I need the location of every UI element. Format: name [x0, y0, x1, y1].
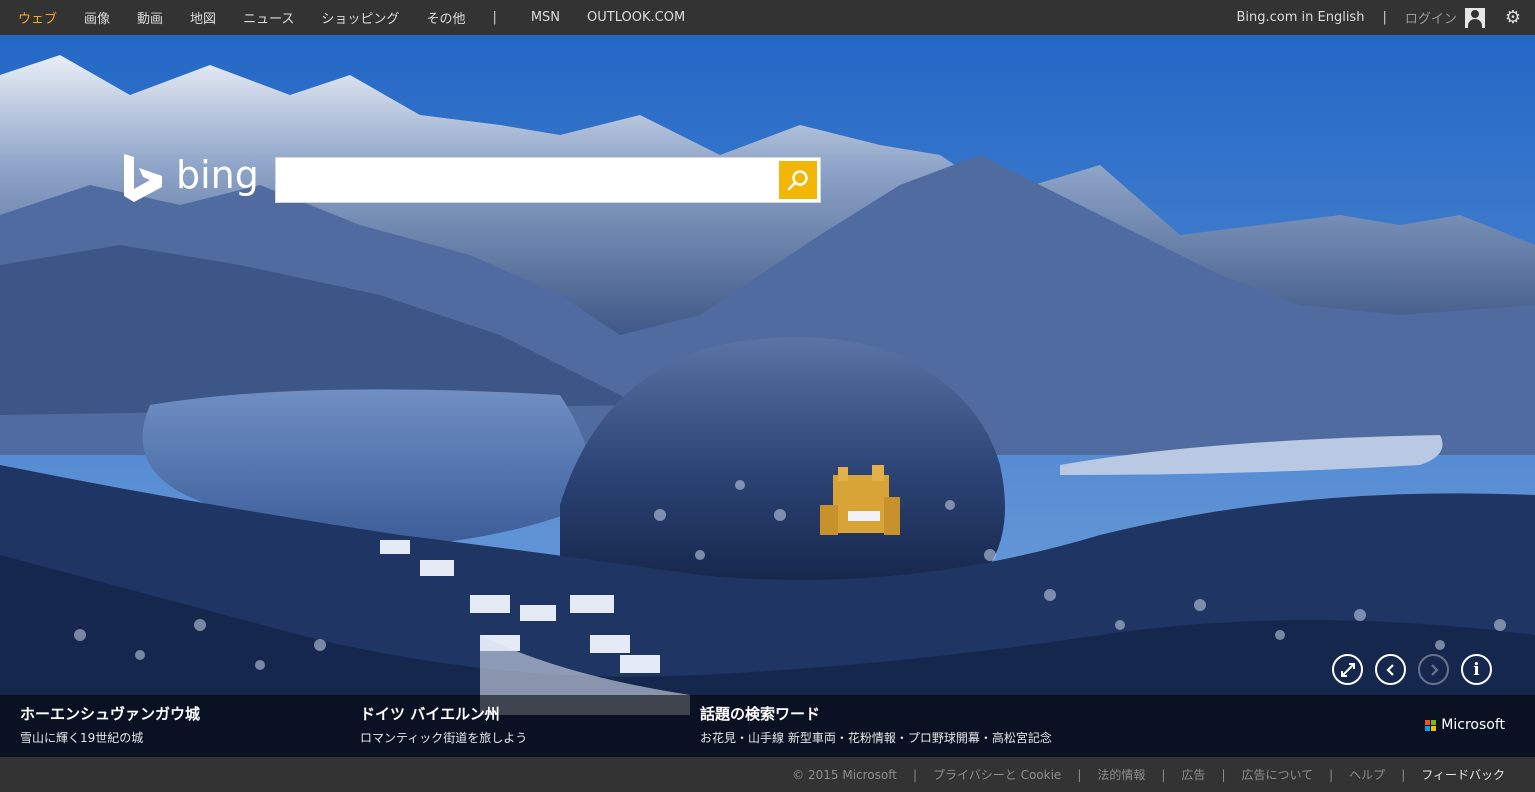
footer: © 2015 Microsoft | プライバシーと Cookie | 法的情報…: [0, 757, 1535, 792]
nav-item-videos[interactable]: 動画: [137, 8, 163, 27]
bing-wordmark: bing: [176, 153, 259, 197]
landscape-illustration: [0, 35, 1535, 757]
microsoft-grid-icon: [1425, 719, 1437, 731]
footer-about-ads-link[interactable]: 広告について: [1241, 766, 1313, 783]
top-navigation-bar: ウェブ 画像 動画 地図 ニュース ショッピング その他 | MSN OUTLO…: [0, 0, 1535, 35]
footer-separator: |: [1329, 767, 1334, 782]
nav-item-shopping[interactable]: ショッピング: [321, 8, 399, 27]
scope-nav: ウェブ 画像 動画 地図 ニュース ショッピング その他 | MSN OUTLO…: [0, 0, 694, 35]
fullscreen-icon[interactable]: [1332, 654, 1363, 685]
image-controls: i: [1332, 654, 1492, 685]
nav-item-maps[interactable]: 地図: [190, 8, 216, 27]
login-link[interactable]: ログイン: [1405, 8, 1457, 27]
caption-subtitle[interactable]: お花見・山手線 新型車両・花粉情報・プロ野球開幕・高松宮記念: [700, 729, 1052, 746]
footer-legal-link[interactable]: 法的情報: [1097, 766, 1145, 783]
caption-location[interactable]: ドイツ バイエルン州 ロマンティック街道を旅しよう: [360, 703, 527, 746]
footer-privacy-link[interactable]: プライバシーと Cookie: [933, 766, 1061, 783]
account-area: Bing.com in English | ログイン ⚙: [1236, 0, 1535, 35]
footer-separator: |: [1161, 767, 1166, 782]
caption-subtitle[interactable]: 雪山に輝く19世紀の城: [20, 729, 200, 746]
nav-item-outlook[interactable]: OUTLOOK.COM: [587, 10, 685, 25]
nav-item-images[interactable]: 画像: [84, 8, 110, 27]
microsoft-label: Microsoft: [1441, 717, 1505, 733]
search-box: [275, 157, 821, 203]
nav-item-news[interactable]: ニュース: [243, 8, 294, 27]
bing-logo[interactable]: bing: [122, 152, 259, 204]
footer-separator: |: [1401, 767, 1406, 782]
account-separator: |: [1382, 10, 1387, 25]
next-image-icon[interactable]: [1418, 654, 1449, 685]
caption-image-title[interactable]: ホーエンシュヴァンガウ城 雪山に輝く19世紀の城: [20, 703, 200, 746]
gear-icon[interactable]: ⚙: [1505, 7, 1521, 28]
caption-title[interactable]: ドイツ バイエルン州: [360, 703, 527, 724]
language-link[interactable]: Bing.com in English: [1236, 10, 1364, 25]
nav-item-msn[interactable]: MSN: [531, 10, 560, 25]
caption-subtitle[interactable]: ロマンティック街道を旅しよう: [360, 729, 527, 746]
nav-item-more[interactable]: その他: [426, 8, 465, 27]
info-icon[interactable]: i: [1461, 654, 1492, 685]
caption-trending[interactable]: 話題の検索ワード お花見・山手線 新型車両・花粉情報・プロ野球開幕・高松宮記念: [700, 703, 1052, 746]
previous-image-icon[interactable]: [1375, 654, 1406, 685]
nav-separator: |: [492, 10, 497, 25]
bing-b-icon: [124, 154, 162, 202]
caption-strip: ホーエンシュヴァンガウ城 雪山に輝く19世紀の城 ドイツ バイエルン州 ロマンテ…: [0, 695, 1535, 757]
search-button[interactable]: [779, 161, 817, 199]
nav-item-web[interactable]: ウェブ: [18, 8, 57, 27]
footer-help-link[interactable]: ヘルプ: [1349, 766, 1385, 783]
footer-feedback-link[interactable]: フィードバック: [1421, 766, 1505, 783]
caption-title[interactable]: 話題の検索ワード: [700, 703, 1052, 724]
search-icon: [787, 170, 808, 191]
microsoft-logo[interactable]: Microsoft: [1425, 717, 1505, 733]
user-icon[interactable]: [1464, 7, 1485, 28]
background-image: bing i: [0, 35, 1535, 757]
footer-copyright: © 2015 Microsoft: [792, 767, 897, 782]
footer-separator: |: [912, 767, 917, 782]
caption-title[interactable]: ホーエンシュヴァンガウ城: [20, 703, 200, 724]
footer-separator: |: [1221, 767, 1226, 782]
search-input[interactable]: [276, 158, 776, 202]
footer-separator: |: [1077, 767, 1082, 782]
footer-advertise-link[interactable]: 広告: [1181, 766, 1205, 783]
